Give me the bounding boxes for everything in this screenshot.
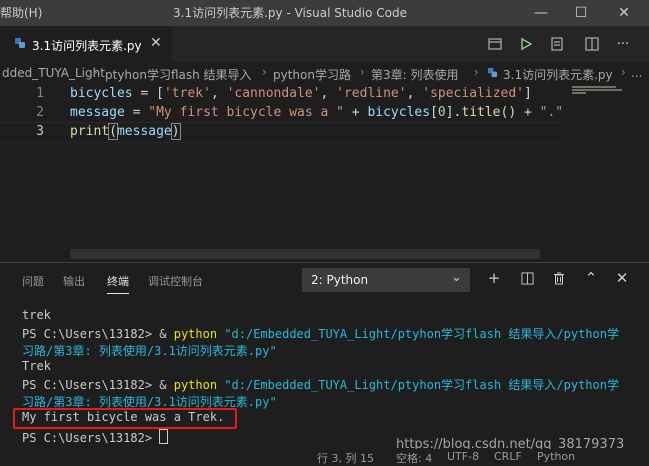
terminal-select[interactable]: 2: Python ⌄	[302, 268, 470, 292]
terminal-cursor	[159, 429, 169, 444]
breadcrumb-item[interactable]: dded_TUYA_Light	[2, 66, 105, 80]
tab-output[interactable]: 输出	[63, 273, 85, 289]
status-encoding[interactable]: UTF-8	[447, 450, 479, 463]
line-number: 1	[36, 86, 44, 101]
chevron-up-icon[interactable]: ⌃	[581, 268, 601, 288]
tab-problems[interactable]: 问题	[22, 273, 44, 289]
chevron-down-icon: ⌄	[451, 270, 462, 285]
breadcrumb-item[interactable]: ...	[631, 66, 642, 80]
tab-bar: 3.1访问列表元素.py ✕ ···	[0, 26, 649, 62]
split-terminal-icon[interactable]	[517, 268, 537, 288]
python-file-icon	[487, 67, 498, 78]
python-file-icon	[15, 38, 25, 48]
highlight-annotation	[13, 408, 237, 429]
window-title: 3.1访问列表元素.py - Visual Studio Code	[173, 6, 407, 20]
terminal-select-value: 2: Python	[311, 273, 369, 287]
more-actions-icon[interactable]: ···	[614, 35, 632, 53]
tab-close-icon[interactable]: ✕	[150, 35, 162, 51]
chevron-right-icon: ›	[474, 65, 479, 79]
tab-label: 3.1访问列表元素.py	[32, 39, 142, 53]
breadcrumb-item[interactable]: python学习路	[273, 66, 351, 83]
status-eol[interactable]: CRLF	[494, 450, 522, 463]
trash-icon[interactable]	[549, 268, 569, 288]
close-panel-icon[interactable]: ✕	[612, 268, 632, 288]
chevron-right-icon: ›	[262, 65, 267, 79]
compare-icon[interactable]	[548, 35, 566, 53]
chevron-right-icon: ›	[621, 65, 626, 79]
title-bar: 帮助(H) 3.1访问列表元素.py - Visual Studio Code …	[0, 0, 649, 26]
breadcrumb-item[interactable]: 3.1访问列表元素.py	[503, 66, 613, 83]
maximize-icon[interactable]: ☐	[561, 0, 601, 26]
editor-tab[interactable]: 3.1访问列表元素.py ✕	[0, 26, 172, 62]
status-indentation[interactable]: 空格: 4	[396, 450, 432, 466]
code-editor[interactable]: 1 2 3 bicycles = ['trek', 'cannondale', …	[0, 84, 649, 262]
active-tab-underline	[107, 293, 129, 294]
open-preview-icon[interactable]	[486, 35, 504, 53]
breadcrumb-item[interactable]: 第3章: 列表使用	[371, 66, 459, 83]
run-icon[interactable]	[517, 35, 535, 53]
minimize-icon[interactable]: —	[521, 0, 561, 26]
terminal-command-line: PS C:\Users\13182> & python "d:/Embedded…	[22, 327, 619, 341]
split-editor-icon[interactable]	[583, 35, 601, 53]
tab-debug-console[interactable]: 调试控制台	[148, 273, 203, 289]
breadcrumb: dded_TUYA_Light › ptyhon学习flash 结果导入 › p…	[0, 62, 649, 84]
code-line[interactable]: print(message)	[70, 123, 181, 140]
close-window-icon[interactable]: ✕	[604, 0, 644, 26]
terminal-output-line: Trek	[22, 359, 51, 373]
line-number: 2	[36, 105, 44, 120]
code-line[interactable]: message = "My first bicycle was a " + bi…	[70, 105, 563, 120]
breadcrumb-item[interactable]: ptyhon学习flash 结果导入	[105, 66, 252, 83]
horizontal-scrollbar[interactable]	[70, 249, 540, 259]
code-line[interactable]: bicycles = ['trek', 'cannondale', 'redli…	[70, 86, 532, 101]
vertical-scrollbar[interactable]	[634, 84, 649, 262]
chevron-right-icon: ›	[93, 65, 98, 79]
terminal-output-line: trek	[22, 308, 51, 322]
status-cursor-position[interactable]: 行 3, 列 15	[317, 450, 374, 466]
chevron-right-icon: ›	[360, 65, 365, 79]
line-number: 3	[36, 124, 44, 139]
menu-help[interactable]: 帮助(H)	[0, 4, 42, 21]
status-bar: 行 3, 列 15 空格: 4 UTF-8 CRLF Python	[0, 449, 649, 465]
terminal-command-line: 习路/第3章: 列表使用/3.1访问列表元素.py"	[22, 344, 277, 358]
status-language[interactable]: Python	[537, 450, 575, 463]
terminal-prompt[interactable]: PS C:\Users\13182>	[22, 429, 169, 445]
terminal-command-line: PS C:\Users\13182> & python "d:/Embedded…	[22, 378, 619, 392]
tab-terminal[interactable]: 终端	[107, 273, 129, 289]
new-terminal-icon[interactable]: +	[484, 268, 504, 288]
minimap[interactable]	[570, 84, 632, 144]
